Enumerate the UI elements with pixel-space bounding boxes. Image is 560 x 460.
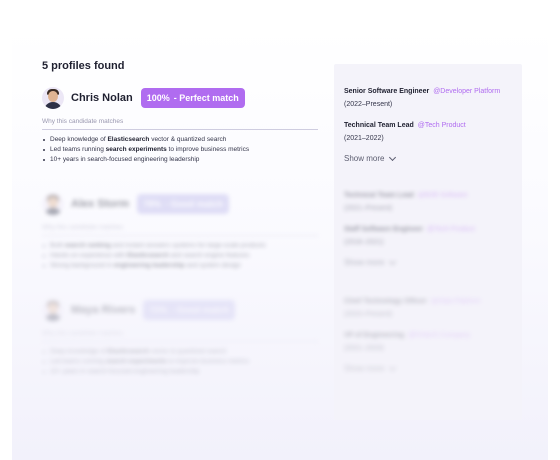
show-more-button[interactable]: Show more xyxy=(344,363,397,373)
list-item: Led teams running search experiments to … xyxy=(42,357,318,367)
company-link[interactable]: @Tech Product xyxy=(427,226,475,233)
experience-item: Staff Software Engineer @Tech Product (20… xyxy=(344,226,516,246)
match-reasons: Deep knowledge of Elasticsearch vector &… xyxy=(42,135,318,164)
list-item: 10+ years in search-focused engineering … xyxy=(42,367,318,377)
job-title: Chief Technology Officer xyxy=(344,298,427,305)
job-years: (2021–2023) xyxy=(344,345,384,352)
match-score: 72% xyxy=(149,305,168,315)
company-link[interactable]: @Fintech Company xyxy=(408,332,470,339)
profile-name[interactable]: Chris Nolan xyxy=(71,92,133,104)
match-score: 100% xyxy=(146,93,170,103)
avatar xyxy=(42,87,64,109)
show-more-button[interactable]: Show more xyxy=(344,153,397,163)
match-label: - Perfect match xyxy=(173,93,239,103)
why-matches-label: Why this candidate matches xyxy=(42,224,318,236)
list-item: Hands-on experience with Elasticsearch a… xyxy=(42,251,318,261)
job-title: Technical Team Lead xyxy=(344,122,414,129)
experience-item: Senior Software Engineer @Developer Platf… xyxy=(344,88,516,108)
show-more-button[interactable]: Show more xyxy=(344,257,397,267)
list-item: Deep knowledge of Elasticsearch vector &… xyxy=(42,135,318,145)
company-link[interactable]: @Developer Platform xyxy=(433,88,500,95)
show-more-label: Show more xyxy=(344,364,385,373)
avatar xyxy=(42,193,64,215)
match-label: - Good match xyxy=(171,305,230,315)
experience-item: VP of Engineering @Fintech Company (2021–… xyxy=(344,332,516,352)
results-heading: 5 profiles found xyxy=(42,60,125,72)
profile-card[interactable]: Chris Nolan 100% - Perfect match Why thi… xyxy=(42,86,318,164)
job-title: Senior Software Engineer xyxy=(344,88,430,95)
avatar xyxy=(42,299,64,321)
match-label: - Good match xyxy=(165,199,224,209)
list-item: Led teams running search experiments to … xyxy=(42,145,318,155)
job-years: (2021–Present) xyxy=(344,205,393,212)
chevron-down-icon xyxy=(389,153,397,161)
list-item: Deep knowledge of Elasticsearch vector &… xyxy=(42,347,318,357)
match-badge: 100% - Perfect match xyxy=(140,88,245,108)
company-link[interactable]: @Tech Product xyxy=(418,122,466,129)
job-title: VP of Engineering xyxy=(344,332,405,339)
match-reasons: Built search ranking and instant answers… xyxy=(42,241,318,270)
show-more-label: Show more xyxy=(344,258,385,267)
job-years: (2018–2021) xyxy=(344,239,384,246)
show-more-label: Show more xyxy=(344,154,385,163)
profile-name[interactable]: Maya Rivers xyxy=(71,304,135,316)
job-years: (2023–Present) xyxy=(344,311,393,318)
list-item: 10+ years in search-focused engineering … xyxy=(42,155,318,165)
chevron-down-icon xyxy=(389,363,397,371)
list-item: Strong background in engineering leaders… xyxy=(42,261,318,271)
list-item: Built search ranking and instant answers… xyxy=(42,241,318,251)
experience-item: Technical Team Lead @B2B Software (2021–P… xyxy=(344,192,516,212)
match-score: 78% xyxy=(143,199,162,209)
profile-card[interactable]: Maya Rivers 72% - Good match Why this ca… xyxy=(42,298,318,376)
match-badge: 72% - Good match xyxy=(143,300,236,320)
company-link[interactable]: @Data Platform xyxy=(431,298,481,305)
match-reasons: Deep knowledge of Elasticsearch vector &… xyxy=(42,347,318,376)
job-title: Staff Software Engineer xyxy=(344,226,423,233)
match-badge: 78% - Good match xyxy=(137,194,230,214)
why-matches-label: Why this candidate matches xyxy=(42,330,318,342)
experience-item: Technical Team Lead @Tech Product (2021–2… xyxy=(344,122,516,142)
why-matches-label: Why this candidate matches xyxy=(42,118,318,130)
profile-name[interactable]: Alex Storm xyxy=(71,198,129,210)
job-years: (2021–2022) xyxy=(344,135,384,142)
job-title: Technical Team Lead xyxy=(344,192,414,199)
chevron-down-icon xyxy=(389,257,397,265)
company-link[interactable]: @B2B Software xyxy=(418,192,468,199)
profile-card[interactable]: Alex Storm 78% - Good match Why this can… xyxy=(42,192,318,270)
experience-panel: Senior Software Engineer @Developer Platf… xyxy=(334,64,522,420)
job-years: (2022–Present) xyxy=(344,101,393,108)
experience-item: Chief Technology Officer @Data Platform (… xyxy=(344,298,516,318)
